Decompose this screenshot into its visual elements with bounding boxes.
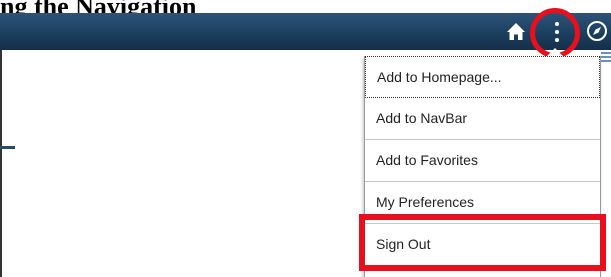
content-dash-mark <box>0 146 15 149</box>
menu-item-add-to-navbar[interactable]: Add to NavBar <box>365 98 600 140</box>
highlight-box-annotation <box>359 214 606 271</box>
list-icon <box>601 52 611 64</box>
home-icon[interactable] <box>506 22 526 41</box>
menu-item-add-to-homepage[interactable]: Add to Homepage... <box>365 56 600 98</box>
content-left-border <box>0 50 2 277</box>
compass-icon[interactable] <box>586 20 608 42</box>
menu-item-add-to-favorites[interactable]: Add to Favorites <box>365 140 600 182</box>
header-bar <box>0 13 611 50</box>
